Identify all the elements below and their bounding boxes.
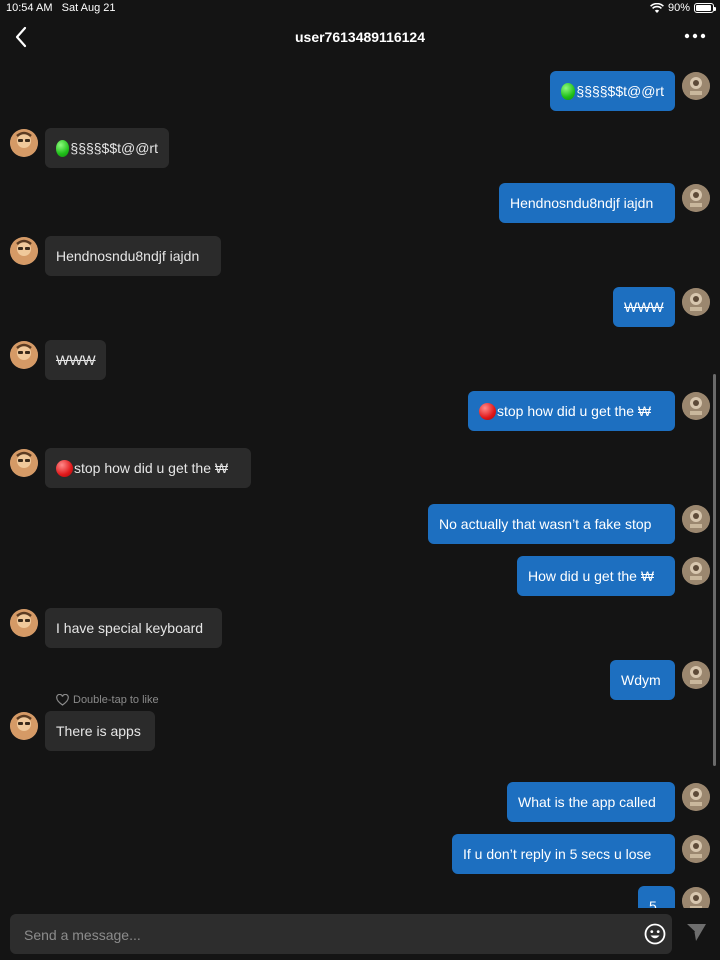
contact-avatar[interactable]	[10, 449, 38, 477]
outgoing-message[interactable]: What is the app called	[507, 782, 675, 822]
message-text: stop how did u get the ₩	[497, 403, 652, 419]
more-options-icon[interactable]	[682, 26, 708, 46]
heart-icon	[56, 694, 69, 706]
my-avatar[interactable]	[682, 887, 710, 908]
outgoing-message[interactable]: Hendnosndu8ndjf iajdn	[499, 183, 675, 223]
incoming-message[interactable]: There is apps	[45, 711, 155, 751]
my-avatar[interactable]	[682, 184, 710, 212]
outgoing-message[interactable]: WWW	[613, 287, 675, 327]
status-indicators: 90%	[650, 2, 716, 14]
conversation-title: user7613489116124	[294, 29, 426, 45]
message-input-wrapper	[10, 914, 672, 956]
green-circle-emoji	[56, 139, 70, 157]
message-list[interactable]: §§§§$$t@@rt §§§§$$t@@rt Hendnosndu8ndjf ia…	[0, 58, 720, 908]
my-avatar[interactable]	[682, 783, 710, 811]
contact-avatar[interactable]	[10, 712, 38, 740]
message-text: WWW	[624, 299, 664, 315]
outgoing-message[interactable]: Wdym	[610, 660, 675, 700]
conversation-header: user7613489116124	[0, 18, 720, 58]
message-text: No actually that wasn’t a fake stop	[439, 516, 652, 532]
message-text: If u don’t reply in 5 secs u lose	[463, 846, 652, 862]
outgoing-message[interactable]: If u don’t reply in 5 secs u lose	[452, 834, 675, 874]
smiley-icon[interactable]	[644, 923, 666, 945]
message-text: WWW	[56, 352, 96, 368]
green-circle-emoji	[561, 82, 576, 100]
incoming-message[interactable]: stop how did u get the ₩	[45, 448, 251, 488]
incoming-message[interactable]: §§§§$$t@@rt	[45, 128, 169, 168]
message-composer	[0, 908, 720, 960]
send-icon[interactable]	[683, 919, 709, 945]
message-text: Wdym	[621, 672, 661, 688]
contact-avatar[interactable]	[10, 609, 38, 637]
my-avatar[interactable]	[682, 557, 710, 585]
contact-avatar[interactable]	[10, 129, 38, 157]
scrollbar[interactable]	[713, 374, 716, 766]
status-date: Sat Aug 21	[61, 2, 116, 14]
incoming-message[interactable]: Hendnosndu8ndjf iajdn	[45, 236, 221, 276]
status-time: 10:54 AM	[6, 2, 53, 14]
contact-avatar[interactable]	[10, 341, 38, 369]
my-avatar[interactable]	[682, 835, 710, 863]
message-text: §§§§$$t@@rt	[70, 140, 158, 156]
outgoing-message[interactable]: 5	[638, 886, 675, 908]
battery-icon	[694, 3, 716, 13]
outgoing-message[interactable]: §§§§$$t@@rt	[550, 71, 675, 111]
message-text: Hendnosndu8ndjf iajdn	[510, 195, 654, 211]
like-hint[interactable]: Double-tap to like	[56, 694, 159, 706]
message-text: Hendnosndu8ndjf iajdn	[56, 248, 200, 264]
message-text: stop how did u get the ₩	[74, 460, 229, 476]
message-text: There is apps	[56, 723, 141, 739]
incoming-message[interactable]: WWW	[45, 340, 106, 380]
outgoing-message[interactable]: How did u get the ₩	[517, 556, 675, 596]
my-avatar[interactable]	[682, 505, 710, 533]
my-avatar[interactable]	[682, 72, 710, 100]
incoming-message[interactable]: I have special keyboard	[45, 608, 222, 648]
red-circle-emoji	[56, 459, 73, 477]
wifi-icon	[650, 2, 664, 13]
like-hint-text: Double-tap to like	[73, 694, 159, 706]
message-text: I have special keyboard	[56, 620, 204, 636]
status-time-date: 10:54 AM Sat Aug 21	[6, 2, 115, 14]
red-circle-emoji	[479, 402, 496, 420]
my-avatar[interactable]	[682, 661, 710, 689]
message-input[interactable]	[22, 914, 626, 956]
message-text: 5	[649, 898, 657, 908]
status-bar: 10:54 AM Sat Aug 21 90%	[0, 0, 720, 18]
contact-avatar[interactable]	[10, 237, 38, 265]
battery-percent: 90%	[667, 2, 690, 14]
my-avatar[interactable]	[682, 392, 710, 420]
message-text: What is the app called	[518, 794, 656, 810]
outgoing-message[interactable]: stop how did u get the ₩	[468, 391, 675, 431]
my-avatar[interactable]	[682, 288, 710, 316]
outgoing-message[interactable]: No actually that wasn’t a fake stop	[428, 504, 675, 544]
message-text: §§§§$$t@@rt	[576, 83, 664, 99]
message-text: How did u get the ₩	[528, 568, 655, 584]
